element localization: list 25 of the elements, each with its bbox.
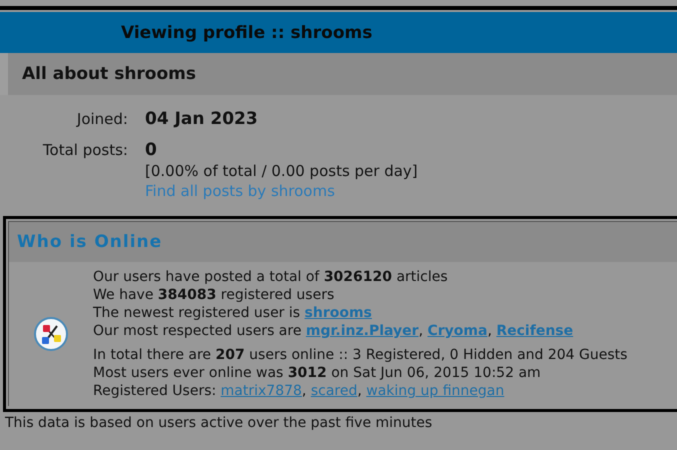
stat-line: Our users have posted a total of 3026120 articles [93,268,449,286]
user-link[interactable]: shrooms [304,305,372,321]
user-link[interactable]: scared [310,383,358,399]
user-link[interactable]: matrix7878 [220,383,302,399]
field-label: Joined: [76,109,128,130]
footer-note: This data is based on users active over the past five minutes [4,414,434,431]
section-title: All about shrooms [22,64,196,84]
user-link[interactable]: Cryoma [427,323,488,339]
panel-title: Who is Online [17,232,162,252]
user-link[interactable]: Recifense [496,323,574,339]
network-icon [33,316,69,352]
stat-line: Registered Users: matrix7878, scared, waking up finnegan [93,382,506,400]
posts-link[interactable]: Find all posts by shrooms [145,181,335,201]
field-note: [0.00% of total / 0.00 posts per day] [145,161,418,181]
stat-line: Most users ever online was 3012 on Sat Jun 06, 2015 10:52 am [93,364,542,382]
user-link[interactable]: waking up finnegan [366,383,504,399]
field-value: 0 [145,140,157,161]
stat-line: The newest registered user is shrooms [93,304,373,322]
field-value: 04 Jan 2023 [145,109,258,130]
field-label: Total posts: [42,140,128,161]
page-title: Viewing profile :: shrooms [121,22,372,42]
user-link[interactable]: mgr.inz.Player [306,323,419,339]
stat-line: In total there are 207 users online :: 3 Registered, 0 Hidden and 204 Guests [93,346,628,364]
stat-line: Our most respected users are mgr.inz.Player, Cryoma, Recifense [93,322,574,340]
stat-line: We have 384083 registered users [93,286,336,304]
